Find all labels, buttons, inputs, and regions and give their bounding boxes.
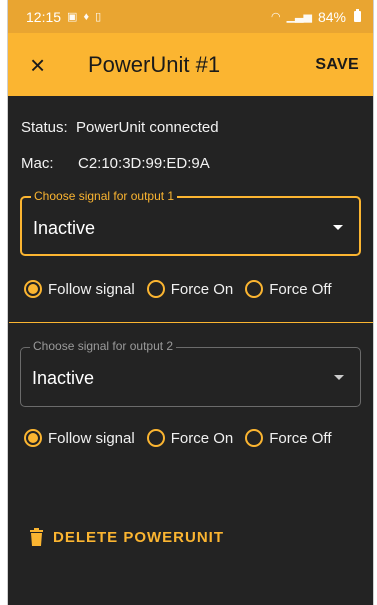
app-screen: 12:15 ▣ ♦ ▯ ◠ ▁▃▅ 84% × PowerUnit #1 SAV… — [7, 0, 374, 605]
radio-unselected-icon — [245, 429, 264, 447]
status-value: PowerUnit connected — [76, 119, 219, 136]
radio-label: Follow signal — [48, 429, 135, 447]
radio-label: Force On — [170, 429, 234, 447]
output1-force-on-radio[interactable]: Force On — [146, 280, 234, 298]
radio-unselected-icon — [245, 280, 264, 298]
delete-label: DELETE POWERUNIT — [53, 528, 225, 546]
signal-icon: ▁▃▅ — [286, 11, 312, 23]
status-bar: 12:15 ▣ ♦ ▯ ◠ ▁▃▅ 84% — [8, 0, 373, 33]
status-label: Status: — [21, 119, 68, 136]
output2-force-on-radio[interactable]: Force On — [146, 429, 234, 447]
phone-icon: ▯ — [95, 11, 102, 23]
output2-value: Inactive — [32, 368, 95, 388]
radio-label: Force On — [170, 280, 234, 298]
output1-follow-signal-radio[interactable]: Follow signal — [24, 280, 135, 298]
battery-percent: 84% — [317, 8, 346, 25]
gallery-icon: ▣ — [67, 11, 78, 23]
radio-selected-icon — [24, 280, 42, 298]
output2-select[interactable]: Choose signal for output 2 Inactive — [20, 339, 361, 407]
mac-value: C2:10:3D:99:ED:9A — [78, 155, 210, 172]
output2-force-off-radio[interactable]: Force Off — [245, 429, 332, 447]
delete-powerunit-button[interactable]: DELETE POWERUNIT — [8, 528, 373, 546]
radio-label: Force Off — [269, 280, 332, 298]
close-icon[interactable]: × — [30, 52, 60, 78]
clock: 12:15 — [26, 8, 62, 25]
output1-force-off-radio[interactable]: Force Off — [245, 280, 332, 298]
output2-legend: Choose signal for output 2 — [30, 339, 177, 353]
radio-unselected-icon — [146, 280, 165, 298]
output1-select[interactable]: Choose signal for output 1 Inactive — [20, 189, 361, 256]
dropdown-arrow-icon — [333, 225, 343, 230]
output1-value: Inactive — [33, 218, 96, 238]
output2-mode-group: Follow signal Force On Force Off — [8, 429, 373, 447]
mac-row: Mac: C2:10:3D:99:ED:9A — [21, 155, 373, 172]
divider — [9, 322, 373, 323]
radio-selected-icon — [24, 429, 42, 447]
wifi-icon: ◠ — [270, 11, 281, 23]
radio-label: Follow signal — [48, 280, 135, 298]
app-bar: × PowerUnit #1 SAVE — [8, 33, 373, 96]
page-title: PowerUnit #1 — [88, 51, 221, 77]
dropdown-arrow-icon — [334, 375, 344, 380]
output2-follow-signal-radio[interactable]: Follow signal — [24, 429, 135, 447]
trash-icon — [30, 528, 43, 546]
radio-unselected-icon — [146, 429, 165, 447]
radio-label: Force Off — [269, 429, 332, 447]
battery-icon — [354, 9, 361, 22]
status-row: Status: PowerUnit connected — [21, 119, 373, 136]
device-info: Status: PowerUnit connected Mac: C2:10:3… — [8, 119, 373, 172]
mac-label: Mac: — [21, 155, 54, 172]
location-icon: ♦ — [83, 10, 90, 23]
output1-mode-group: Follow signal Force On Force Off — [8, 280, 373, 298]
output1-legend: Choose signal for output 1 — [31, 189, 178, 203]
save-button[interactable]: SAVE — [315, 56, 359, 74]
